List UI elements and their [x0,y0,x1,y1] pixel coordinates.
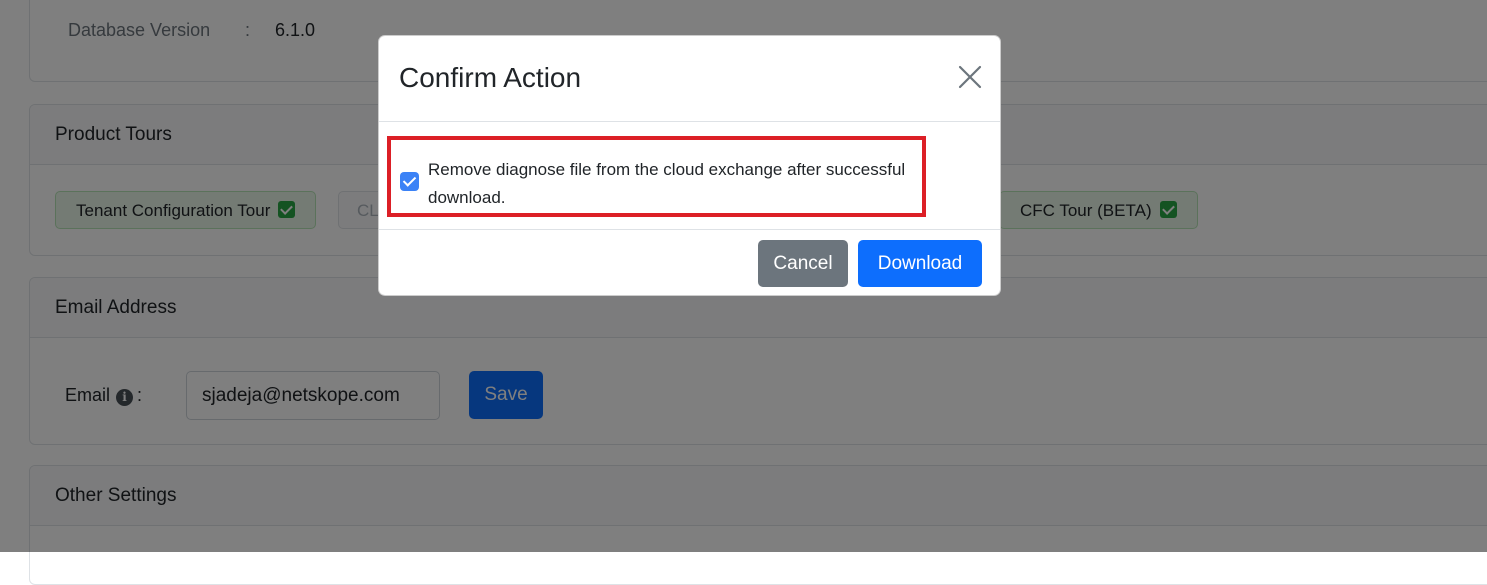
cancel-button[interactable]: Cancel [758,240,848,287]
remove-diagnose-checkbox[interactable] [400,172,419,191]
modal-title: Confirm Action [399,62,582,93]
modal-header: Confirm Action [379,36,1000,122]
modal-body: Remove diagnose file from the cloud exch… [379,122,1000,229]
remove-diagnose-checkbox-label[interactable]: Remove diagnose file from the cloud exch… [428,156,928,212]
close-button[interactable] [957,64,983,90]
download-button[interactable]: Download [858,240,982,287]
close-icon [958,65,982,89]
confirm-action-modal: Confirm Action Remove diagnose file from… [378,35,1001,296]
modal-footer: Cancel Download [379,229,1000,295]
